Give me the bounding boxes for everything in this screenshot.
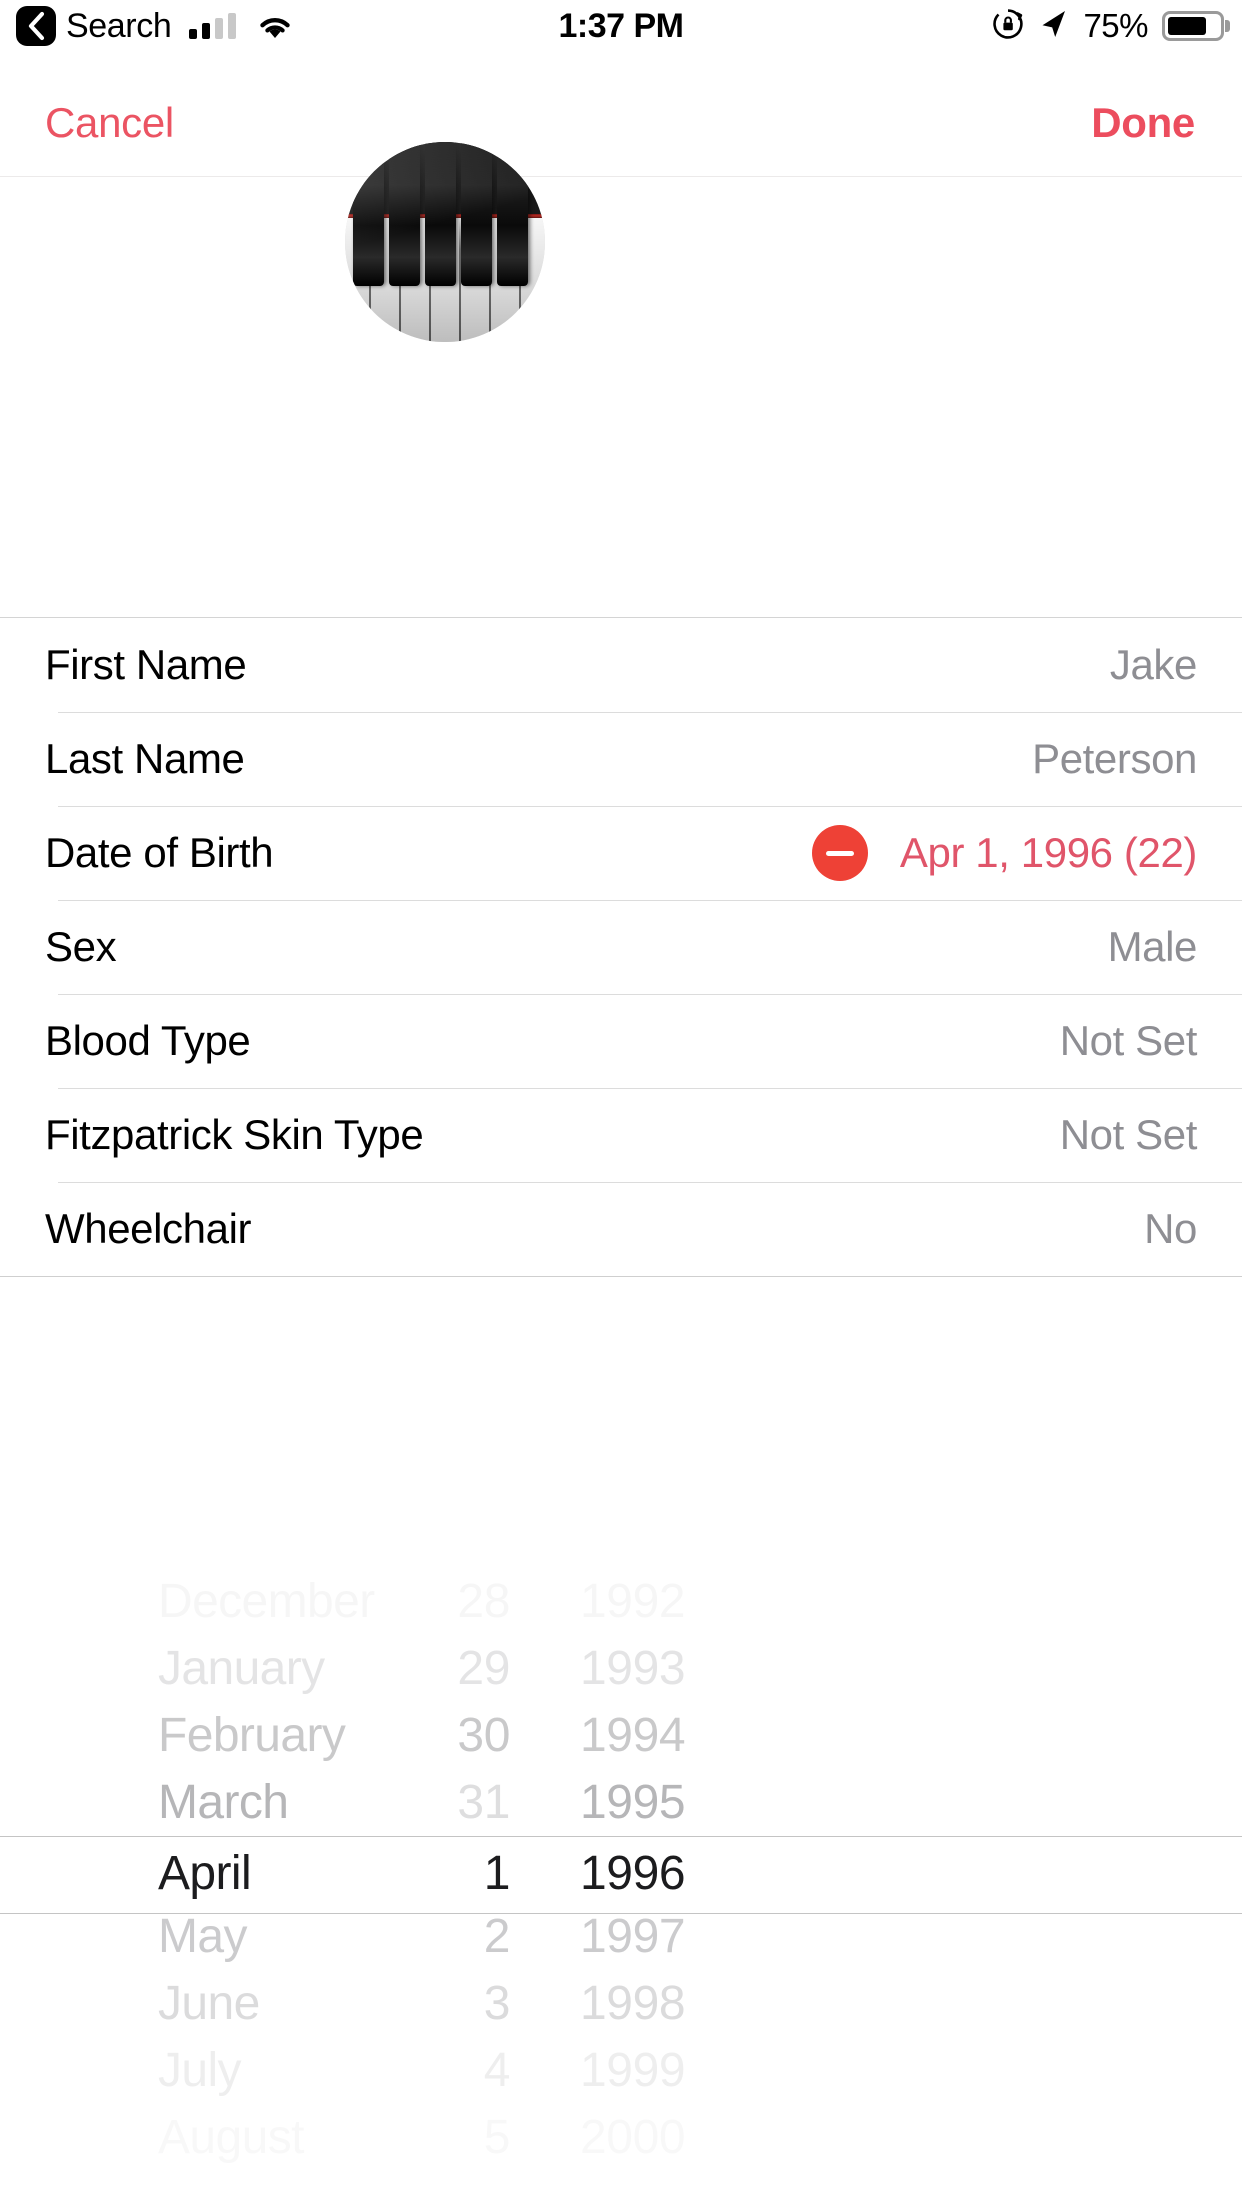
status-bar: Search 1:37 PM 75%: [0, 0, 1242, 52]
picker-row[interactable]: July 4 1999: [0, 2037, 1242, 2105]
minus-icon: [825, 850, 854, 856]
form-row-fitzpatrick-skin-type[interactable]: Fitzpatrick Skin Type Not Set: [0, 1088, 1242, 1182]
row-label-sex: Sex: [45, 923, 117, 970]
avatar-section: [0, 142, 1242, 617]
picker-row-selected[interactable]: April 1 1996: [0, 1840, 1242, 1908]
picker-month-july[interactable]: July: [158, 2047, 242, 2095]
avatar[interactable]: [345, 142, 545, 342]
picker-year-1992[interactable]: 1992: [580, 1578, 686, 1626]
picker-selection-bottom-line: [0, 1913, 1242, 1914]
picker-year-1995[interactable]: 1995: [580, 1779, 686, 1827]
picker-year-1999[interactable]: 1999: [580, 2047, 686, 2095]
picker-year-2000[interactable]: 2000: [580, 2114, 686, 2162]
row-value-last-name: Peterson: [1032, 735, 1197, 782]
picker-year-1996[interactable]: 1996: [580, 1850, 686, 1898]
status-bar-right: 75%: [991, 0, 1224, 52]
row-right-first-name: Jake: [1109, 641, 1198, 688]
row-value-sex: Male: [1107, 923, 1198, 970]
row-label-fitzpatrick-skin-type: Fitzpatrick Skin Type: [45, 1111, 424, 1158]
picker-year-1998[interactable]: 1998: [580, 1980, 686, 2028]
picker-day-28[interactable]: 28: [380, 1578, 510, 1626]
form-row-sex[interactable]: Sex Male: [0, 900, 1242, 994]
picker-year-1997[interactable]: 1997: [580, 1913, 686, 1961]
row-label-last-name: Last Name: [45, 735, 245, 782]
row-right-sex: Male: [1107, 923, 1198, 970]
done-button[interactable]: Done: [1091, 102, 1195, 144]
picker-month-june[interactable]: June: [158, 1980, 260, 2028]
picker-month-april[interactable]: April: [158, 1850, 252, 1898]
picker-row[interactable]: June 3 1998: [0, 1970, 1242, 2038]
medical-id-form: First Name Jake Last Name Peterson Date of B…: [0, 617, 1242, 1277]
navigation-bar: Cancel Done: [0, 52, 1242, 177]
row-right-blood-type: Not Set: [1059, 1017, 1198, 1064]
picker-month-may[interactable]: May: [158, 1913, 247, 1961]
picker-year-1993[interactable]: 1993: [580, 1645, 686, 1693]
row-label-wheelchair: Wheelchair: [45, 1205, 252, 1252]
picker-year-1994[interactable]: 1994: [580, 1712, 686, 1760]
picker-day-4[interactable]: 4: [380, 2047, 511, 2095]
battery-fill: [1168, 17, 1206, 35]
picker-day-31[interactable]: 31: [380, 1779, 510, 1827]
picker-row[interactable]: December 28 1992: [0, 1568, 1242, 1636]
rotation-lock-icon: [991, 7, 1025, 46]
picker-selection-top-line: [0, 1836, 1242, 1837]
row-value-wheelchair: No: [1144, 1205, 1197, 1252]
picker-day-30[interactable]: 30: [380, 1712, 510, 1760]
avatar-gloss: [345, 142, 545, 342]
picker-row[interactable]: January 29 1993: [0, 1635, 1242, 1703]
cancel-button[interactable]: Cancel: [45, 102, 174, 144]
row-value-blood-type: Not Set: [1059, 1017, 1198, 1064]
location-arrow-icon: [1039, 8, 1069, 45]
picker-row[interactable]: August 5 2000: [0, 2104, 1242, 2172]
form-row-date-of-birth[interactable]: Date of Birth Apr 1, 1996 (22): [0, 806, 1242, 900]
delete-date-of-birth-button[interactable]: [811, 825, 868, 881]
row-label-date-of-birth: Date of Birth: [45, 829, 274, 876]
row-value-first-name: Jake: [1109, 641, 1198, 688]
form-row-blood-type[interactable]: Blood Type Not Set: [0, 994, 1242, 1088]
row-right-wheelchair: No: [1144, 1208, 1197, 1250]
picker-day-1[interactable]: 1: [380, 1850, 511, 1898]
row-right-fitzpatrick-skin-type: Not Set: [1059, 1111, 1198, 1158]
date-picker[interactable]: December 28 1992 January 29 1993 February 30 199…: [0, 1277, 1242, 2208]
picker-month-august[interactable]: August: [158, 2114, 304, 2162]
avatar-image: [345, 142, 545, 342]
picker-month-january[interactable]: January: [158, 1645, 325, 1693]
form-row-first-name[interactable]: First Name Jake: [0, 618, 1242, 712]
picker-month-december[interactable]: December: [158, 1578, 375, 1626]
form-row-wheelchair[interactable]: Wheelchair No: [0, 1182, 1242, 1276]
row-right-date-of-birth: Apr 1, 1996 (22): [811, 825, 1198, 881]
row-label-first-name: First Name: [45, 641, 247, 688]
picker-day-2[interactable]: 2: [380, 1913, 511, 1961]
row-label-blood-type: Blood Type: [45, 1017, 251, 1064]
row-value-fitzpatrick-skin-type: Not Set: [1059, 1111, 1198, 1158]
row-right-last-name: Peterson: [1032, 738, 1197, 780]
picker-row[interactable]: March 31 1995: [0, 1769, 1242, 1837]
picker-day-5[interactable]: 5: [380, 2114, 511, 2162]
picker-day-29[interactable]: 29: [380, 1645, 510, 1693]
battery-icon: [1162, 11, 1224, 41]
form-row-last-name[interactable]: Last Name Peterson: [0, 712, 1242, 806]
picker-month-february[interactable]: February: [158, 1712, 346, 1760]
picker-row[interactable]: February 30 1994: [0, 1702, 1242, 1770]
battery-percent-label: 75%: [1083, 7, 1148, 44]
row-value-date-of-birth: Apr 1, 1996 (22): [899, 829, 1198, 876]
picker-month-march[interactable]: March: [158, 1779, 289, 1827]
picker-day-3[interactable]: 3: [380, 1980, 511, 2028]
